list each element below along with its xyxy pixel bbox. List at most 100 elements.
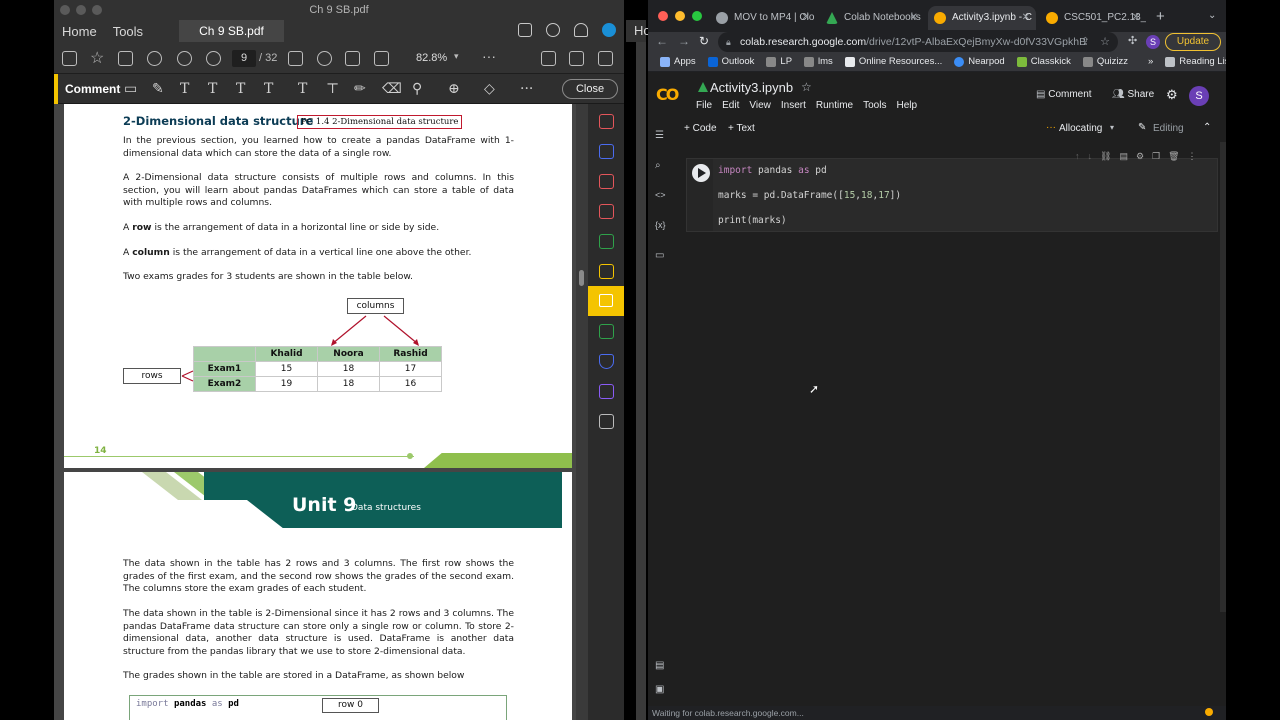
text-strikethrough-icon[interactable]: T	[208, 82, 217, 96]
star-notebook-icon[interactable]: ☆	[801, 80, 812, 94]
minimize-window-icon[interactable]	[675, 11, 685, 21]
more-bookmarks-icon[interactable]: »	[1148, 56, 1153, 67]
upload-icon[interactable]	[598, 51, 613, 66]
attach-icon[interactable]: ⊕	[448, 82, 460, 96]
comment-button[interactable]: ▤ Comment	[1036, 89, 1092, 100]
text-box-icon[interactable]: ⊤	[326, 82, 339, 96]
tab-csc501[interactable]: CSC501_PC2.13_ ✕	[1040, 6, 1146, 30]
bookmark-lp[interactable]: LP	[766, 56, 792, 67]
comment-cell-icon[interactable]: ▤	[1119, 151, 1128, 162]
variables-icon[interactable]: {x}	[655, 220, 666, 230]
close-tab-icon[interactable]: ✕	[802, 6, 810, 30]
runtime-dropdown-icon[interactable]: ▾	[1110, 123, 1114, 132]
star-icon[interactable]: ☆	[90, 48, 105, 67]
email-icon[interactable]	[569, 51, 584, 66]
back-icon[interactable]: ←	[656, 34, 668, 48]
menu-file[interactable]: File	[696, 100, 712, 111]
cell-more-icon[interactable]: ⋮	[1188, 151, 1197, 162]
replace-text-icon[interactable]: T	[236, 82, 245, 96]
add-text-button[interactable]: + Text	[728, 123, 755, 134]
tab-search-icon[interactable]: ⌄	[1208, 10, 1216, 21]
reload-icon[interactable]: ↻	[699, 34, 709, 48]
command-palette-icon[interactable]: ▤	[655, 660, 664, 671]
sticky-note-icon[interactable]: ▭	[124, 82, 137, 96]
protect-icon[interactable]	[599, 354, 614, 369]
collapse-header-icon[interactable]: ⌃	[1203, 122, 1211, 133]
edit-pdf-icon[interactable]	[599, 204, 614, 219]
tab-colab-notebooks[interactable]: Colab Notebooks ✕	[820, 6, 924, 30]
menu-home[interactable]: Home	[54, 24, 105, 39]
eraser-icon[interactable]: ⌫	[382, 82, 402, 96]
highlight-icon[interactable]: ✎	[152, 82, 164, 96]
print-production-icon[interactable]	[599, 324, 614, 339]
link-icon[interactable]: ⛓	[1100, 151, 1111, 162]
draw-icon[interactable]: ✏	[354, 82, 366, 96]
cell-settings-icon[interactable]: ⚙	[1136, 151, 1144, 162]
document-tab[interactable]: Ch 9 SB.pdf	[179, 20, 284, 42]
scroll-mode-icon[interactable]	[374, 51, 389, 66]
export-pdf-icon[interactable]	[599, 114, 614, 129]
traffic-lights[interactable]	[658, 11, 702, 21]
close-tab-icon[interactable]: ✕	[910, 6, 918, 30]
extensions-icon[interactable]: ✣	[1128, 34, 1137, 47]
menu-runtime[interactable]: Runtime	[816, 100, 853, 111]
code-cell[interactable]: import pandas as pd marks = pd.DataFrame…	[686, 151, 1218, 232]
print-icon[interactable]	[118, 51, 133, 66]
update-button[interactable]: Update	[1165, 33, 1221, 51]
close-comment-button[interactable]: Close	[562, 79, 618, 99]
fit-page-icon[interactable]	[345, 51, 360, 66]
search-icon[interactable]: ⌕	[655, 160, 661, 171]
maximize-window-icon[interactable]	[692, 11, 702, 21]
comment-tool-active[interactable]	[588, 286, 624, 316]
text-underline-icon[interactable]: T	[180, 82, 189, 96]
bookmark-apps[interactable]: Apps	[660, 56, 696, 67]
share-page-icon[interactable]: ⇪	[1081, 32, 1090, 52]
menu-view[interactable]: View	[749, 100, 771, 111]
files-icon[interactable]: ▭	[655, 250, 664, 261]
move-up-icon[interactable]: ↑	[1075, 151, 1080, 162]
mirror-cell-icon[interactable]: ❐	[1152, 151, 1160, 162]
bookmark-lms[interactable]: lms	[804, 56, 833, 67]
page-down-icon[interactable]	[206, 51, 221, 66]
zoom-in-icon[interactable]	[317, 51, 332, 66]
select-tool-icon[interactable]	[288, 51, 303, 66]
bookmark-outlook[interactable]: Outlook	[707, 56, 754, 67]
new-tab-icon[interactable]: +	[1156, 8, 1165, 25]
fill-sign-icon[interactable]	[599, 264, 614, 279]
zoom-dropdown-icon[interactable]: ▾	[454, 51, 459, 62]
page-up-icon[interactable]	[177, 51, 192, 66]
document-scrollbar[interactable]	[576, 104, 588, 720]
more-tools-icon[interactable]: ···	[482, 48, 496, 64]
insert-text-icon[interactable]: T	[264, 82, 273, 96]
move-down-icon[interactable]: ↓	[1088, 151, 1093, 162]
delete-cell-icon[interactable]: 🗑︎	[1168, 151, 1179, 162]
colab-avatar[interactable]: S	[1189, 86, 1209, 106]
menu-help[interactable]: Help	[896, 100, 917, 111]
organize-pages-icon[interactable]	[599, 174, 614, 189]
close-window-icon[interactable]	[658, 11, 668, 21]
save-icon[interactable]	[62, 51, 77, 66]
menu-edit[interactable]: Edit	[722, 100, 739, 111]
close-tab-icon[interactable]: ✕	[1132, 6, 1140, 30]
share-button[interactable]: 👥︎ Share	[1112, 89, 1154, 100]
shapes-icon[interactable]: ◇	[484, 82, 495, 96]
tab-mov-to-mp4[interactable]: MOV to MP4 | Clo ✕	[710, 6, 816, 30]
toc-icon[interactable]: ☰	[655, 130, 664, 141]
zoom-out-icon[interactable]	[147, 51, 162, 66]
editing-status[interactable]: Editing	[1153, 123, 1184, 134]
bell-icon[interactable]	[574, 23, 588, 37]
tab-activity3[interactable]: Activity3.ipynb - C ✕	[928, 6, 1036, 30]
bookmark-nearpod[interactable]: Nearpod	[954, 56, 1005, 67]
notebook-title[interactable]: Activity3.ipynb	[710, 80, 793, 95]
window-controls[interactable]	[60, 5, 102, 15]
run-cell-button[interactable]	[692, 164, 710, 182]
export-excel-icon[interactable]	[599, 234, 614, 249]
runtime-status[interactable]: Allocating	[1059, 123, 1102, 134]
settings-gear-icon[interactable]: ⚙	[1166, 87, 1178, 103]
code-editor[interactable]: import pandas as pd marks = pd.DataFrame…	[718, 165, 901, 228]
account-icon[interactable]	[602, 23, 616, 37]
menu-tools[interactable]: Tools	[863, 100, 886, 111]
zoom-level[interactable]: 82.8%	[416, 52, 447, 64]
help-icon[interactable]	[546, 23, 560, 37]
bookmark-classkick[interactable]: Classkick	[1016, 56, 1071, 67]
